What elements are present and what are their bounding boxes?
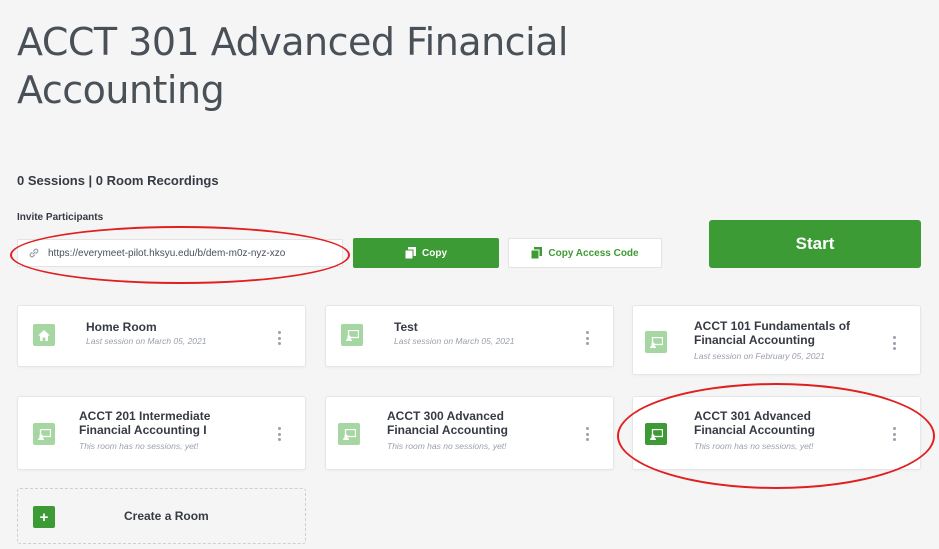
room-subtitle: Last session on March 05, 2021 [394, 336, 515, 346]
room-card-home[interactable]: Home Room Last session on March 05, 2021 [17, 305, 306, 367]
room-name: Test [394, 320, 418, 334]
room-card-acct201[interactable]: ACCT 201 Intermediate Financial Accounti… [17, 396, 306, 470]
link-icon [29, 248, 39, 258]
room-name: ACCT 101 Fundamentals of Financial Accou… [694, 319, 851, 347]
more-options-icon[interactable] [892, 427, 896, 441]
room-subtitle: Last session on February 05, 2021 [694, 351, 825, 361]
copy-button[interactable]: Copy [353, 238, 499, 268]
create-room-label: Create a Room [124, 509, 209, 523]
more-options-icon[interactable] [585, 331, 589, 345]
room-name: ACCT 301 Advanced Financial Accounting [694, 409, 815, 437]
more-options-icon[interactable] [585, 427, 589, 441]
room-name: ACCT 300 Advanced Financial Accounting [387, 409, 508, 437]
room-card-acct301[interactable]: ACCT 301 Advanced Financial Accounting T… [632, 396, 921, 470]
copy-icon [531, 247, 543, 259]
room-subtitle: Last session on March 05, 2021 [86, 336, 207, 346]
more-options-icon[interactable] [892, 336, 896, 350]
room-name: Home Room [86, 320, 157, 334]
room-name: ACCT 201 Intermediate Financial Accounti… [79, 409, 211, 437]
page-title: ACCT 301 Advanced Financial Accounting [17, 20, 568, 112]
room-icon [645, 423, 667, 445]
room-subtitle: This room has no sessions, yet! [79, 441, 199, 451]
room-icon [338, 423, 360, 445]
copy-icon [405, 247, 416, 259]
room-card-acct101[interactable]: ACCT 101 Fundamentals of Financial Accou… [632, 305, 921, 375]
room-icon [645, 331, 667, 353]
home-icon [33, 324, 55, 346]
start-button[interactable]: Start [709, 220, 921, 268]
room-icon [341, 324, 363, 346]
invite-url-text: https://everymeet-pilot.hksyu.edu/b/dem-… [48, 247, 286, 259]
room-icon [33, 423, 55, 445]
copy-access-code-button[interactable]: Copy Access Code [508, 238, 662, 268]
more-options-icon[interactable] [277, 331, 281, 345]
invite-label: Invite Participants [17, 212, 104, 223]
plus-icon: + [33, 506, 55, 528]
room-card-acct300[interactable]: ACCT 300 Advanced Financial Accounting T… [325, 396, 614, 470]
invite-url-field[interactable]: https://everymeet-pilot.hksyu.edu/b/dem-… [17, 239, 343, 267]
create-room-button[interactable]: + Create a Room [17, 488, 306, 544]
room-stats: 0 Sessions | 0 Room Recordings [17, 173, 219, 188]
room-card-test[interactable]: Test Last session on March 05, 2021 [325, 305, 614, 367]
more-options-icon[interactable] [277, 427, 281, 441]
copy-button-label: Copy [422, 247, 447, 259]
copy-access-code-label: Copy Access Code [548, 247, 639, 259]
room-subtitle: This room has no sessions, yet! [387, 441, 507, 451]
start-button-label: Start [795, 234, 835, 253]
room-subtitle: This room has no sessions, yet! [694, 441, 814, 451]
